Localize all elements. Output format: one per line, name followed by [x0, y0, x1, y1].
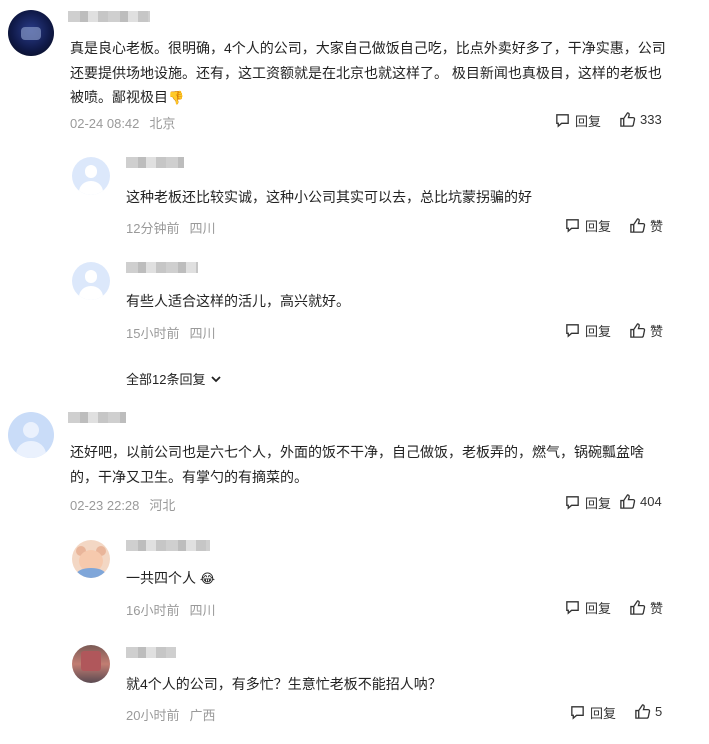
like-button[interactable]: 赞: [629, 216, 663, 235]
chevron-down-icon: [211, 375, 222, 382]
thumbs-up-icon: [630, 323, 646, 338]
reply-text: 这种老板还比较实诚，这种小公司其实可以去，总比坑蒙拐骗的好: [126, 189, 532, 205]
reply-meta: 12分钟前 四川: [126, 218, 215, 237]
like-button[interactable]: 赞: [629, 321, 663, 340]
location: 河北: [149, 498, 176, 513]
like-button[interactable]: 赞: [629, 598, 663, 617]
thumbs-up-icon: [630, 600, 646, 615]
thumbs-up-icon: [620, 112, 636, 127]
comment-text: 还好吧，以前公司也是六七个人，外面的饭不干净，自己做饭，老板弄的，燃气，锅碗瓢盆…: [70, 444, 644, 485]
avatar[interactable]: [8, 10, 54, 56]
avatar[interactable]: [72, 157, 110, 195]
location: 广西: [189, 708, 216, 723]
reply-button[interactable]: 回复: [554, 111, 601, 130]
like-button[interactable]: 404: [619, 493, 662, 510]
avatar[interactable]: [72, 540, 110, 578]
thumbs-up-icon: [620, 494, 636, 509]
timestamp: 02-24 08:42: [70, 116, 140, 131]
location: 四川: [189, 221, 216, 236]
comment-icon: [571, 706, 584, 720]
reply-text: 有些人适合这样的活儿，高兴就好。: [126, 293, 350, 309]
username[interactable]: [68, 11, 150, 22]
location: 四川: [189, 326, 216, 341]
reply-button[interactable]: 回复: [564, 598, 611, 617]
like-button[interactable]: 5: [634, 703, 662, 720]
comment-meta: 02-24 08:42 北京: [70, 113, 175, 132]
comment-meta: 02-23 22:28 河北: [70, 495, 175, 514]
username[interactable]: [126, 540, 210, 551]
thumbs-down-emoji: 👎: [168, 90, 185, 105]
reply-button[interactable]: 回复: [569, 703, 616, 722]
username[interactable]: [126, 262, 198, 273]
timestamp: 02-23 22:28: [70, 498, 140, 513]
timestamp: 16小时前: [126, 603, 180, 618]
avatar[interactable]: [72, 262, 110, 300]
comment-icon: [566, 496, 579, 510]
location: 北京: [149, 116, 176, 131]
comment-icon: [566, 219, 579, 233]
thumbs-up-icon: [630, 218, 646, 233]
username[interactable]: [126, 647, 176, 658]
reply-meta: 20小时前 广西: [126, 705, 215, 724]
reply-button[interactable]: 回复: [564, 216, 611, 235]
reply-meta: 15小时前 四川: [126, 323, 215, 342]
laughing-emoji: 😂: [199, 571, 216, 586]
avatar[interactable]: [8, 412, 54, 458]
location: 四川: [189, 603, 216, 618]
reply-button[interactable]: 回复: [564, 493, 611, 512]
reply-text: 一共四个人 😂: [126, 566, 686, 592]
view-all-replies-button[interactable]: 全部12条回复: [126, 369, 222, 388]
timestamp: 12分钟前: [126, 221, 180, 236]
like-button[interactable]: 333: [619, 111, 662, 128]
reply-text: 就4个人的公司，有多忙？生意忙老板不能招人呐？: [126, 676, 442, 692]
thumbs-up-icon: [635, 704, 651, 719]
reply-button[interactable]: 回复: [564, 321, 611, 340]
avatar[interactable]: [72, 645, 110, 683]
timestamp: 15小时前: [126, 326, 180, 341]
username[interactable]: [126, 157, 184, 168]
comment-icon: [566, 601, 579, 615]
username[interactable]: [68, 412, 126, 423]
comment-icon: [566, 324, 579, 338]
comment-text: 真是良心老板。很明确，4个人的公司，大家自己做饭自己吃，比点外卖好多了，干净实惠…: [70, 36, 668, 111]
comment-icon: [556, 114, 569, 128]
reply-meta: 16小时前 四川: [126, 600, 215, 619]
timestamp: 20小时前: [126, 708, 180, 723]
